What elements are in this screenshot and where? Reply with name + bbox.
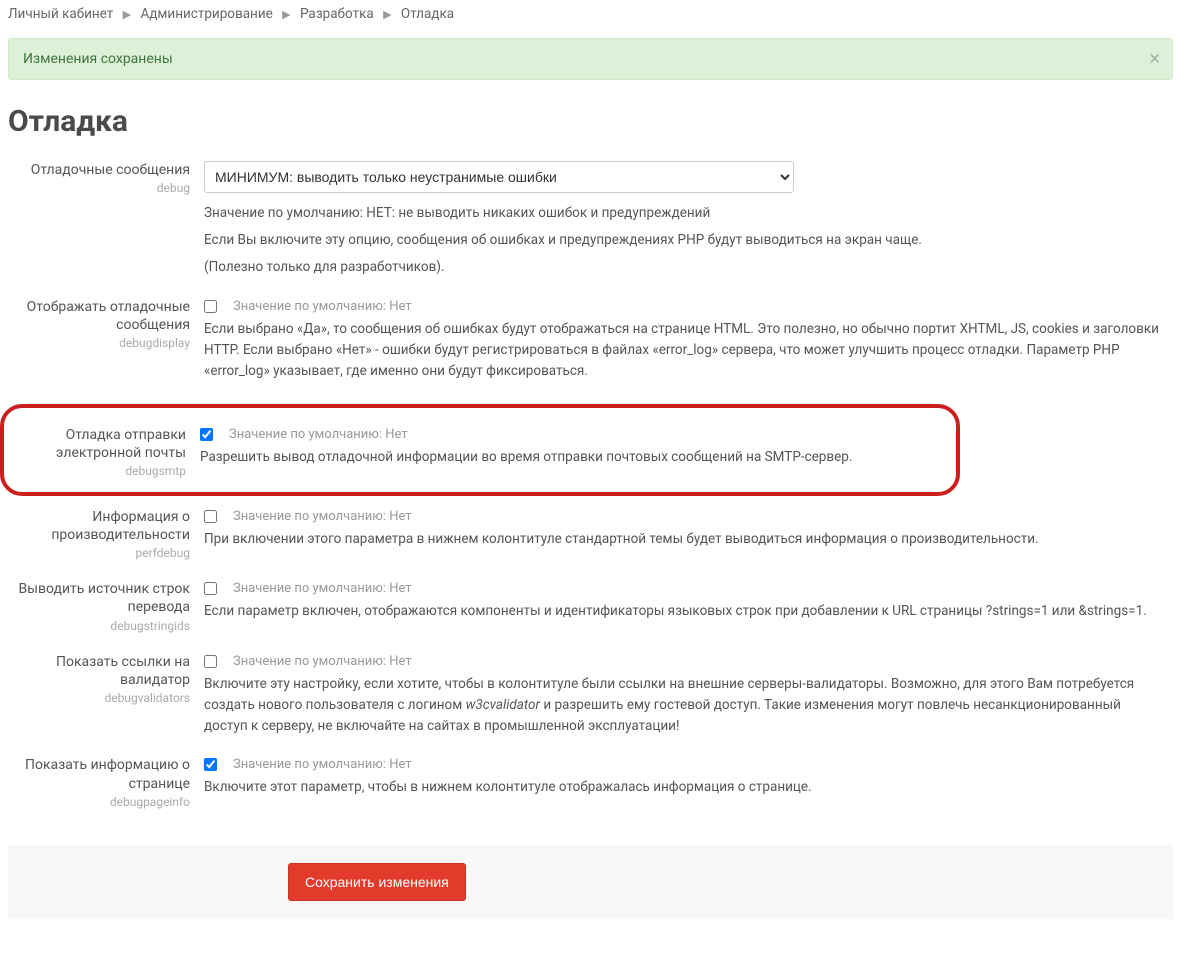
close-icon[interactable]: × <box>1149 48 1160 68</box>
chevron-right-icon: ▶ <box>282 8 290 21</box>
chevron-right-icon: ▶ <box>383 8 391 21</box>
setting-debugstringids: Выводить источник строк перевода debugst… <box>8 576 1173 648</box>
setting-label: Показать информацию о странице <box>8 756 190 792</box>
form-footer: Сохранить изменения <box>8 845 1173 919</box>
setting-debugpageinfo: Показать информацию о странице debugpage… <box>8 752 1173 824</box>
setting-key: perfdebug <box>8 546 190 560</box>
setting-key: debugvalidators <box>8 691 190 705</box>
success-alert: Изменения сохранены × <box>8 38 1173 80</box>
breadcrumb-item[interactable]: Разработка <box>300 6 374 22</box>
setting-description: Если выбрано «Да», то сообщения об ошибк… <box>204 319 1164 382</box>
setting-key: debugpageinfo <box>8 795 190 809</box>
setting-description: При включении этого параметра в нижнем к… <box>204 529 1164 550</box>
setting-label: Показать ссылки на валидатор <box>8 653 190 689</box>
breadcrumb-item[interactable]: Личный кабинет <box>8 6 113 22</box>
setting-description: Если Вы включите эту опцию, сообщения об… <box>204 230 1164 251</box>
setting-key: debugdisplay <box>8 336 190 350</box>
setting-default-hint: Значение по умолчанию: Нет <box>233 758 412 771</box>
setting-perfdebug: Информация о производительности perfdebu… <box>8 504 1173 576</box>
breadcrumb: Личный кабинет ▶ Администрирование ▶ Раз… <box>8 0 1173 28</box>
setting-label: Выводить источник строк перевода <box>8 580 190 616</box>
debugdisplay-checkbox[interactable] <box>204 300 217 313</box>
debugpageinfo-checkbox[interactable] <box>204 758 217 771</box>
setting-key: debugsmtp <box>4 464 186 478</box>
setting-default-hint: Значение по умолчанию: НЕТ: не выводить … <box>204 203 1164 224</box>
page-title: Отладка <box>8 104 1173 139</box>
setting-default-hint: Значение по умолчанию: Нет <box>229 428 408 441</box>
highlight-frame: Отладка отправки электронной почты debug… <box>0 404 960 496</box>
setting-description: (Полезно только для разработчиков). <box>204 257 1164 278</box>
setting-debugdisplay: Отображать отладочные сообщения debugdis… <box>8 294 1173 398</box>
setting-key: debugstringids <box>8 619 190 633</box>
setting-label: Отладка отправки электронной почты <box>4 426 186 462</box>
setting-debugsmtp: Отладка отправки электронной почты debug… <box>4 422 944 478</box>
setting-description: Разрешить вывод отладочной информации во… <box>200 447 944 468</box>
setting-default-hint: Значение по умолчанию: Нет <box>233 655 412 668</box>
setting-description: Включите эту настройку, если хотите, что… <box>204 674 1164 737</box>
setting-debugvalidators: Показать ссылки на валидатор debugvalida… <box>8 649 1173 753</box>
debugvalidators-checkbox[interactable] <box>204 655 217 668</box>
alert-text: Изменения сохранены <box>23 51 173 67</box>
breadcrumb-item[interactable]: Администрирование <box>140 6 272 22</box>
perfdebug-checkbox[interactable] <box>204 510 217 523</box>
save-button[interactable]: Сохранить изменения <box>288 863 466 901</box>
breadcrumb-current: Отладка <box>401 6 454 22</box>
chevron-right-icon: ▶ <box>123 8 131 21</box>
debug-select[interactable]: МИНИМУМ: выводить только неустранимые ош… <box>204 161 794 193</box>
setting-label: Отладочные сообщения <box>8 161 190 179</box>
debugsmtp-checkbox[interactable] <box>200 428 213 441</box>
setting-debug: Отладочные сообщения debug МИНИМУМ: выво… <box>8 157 1173 294</box>
setting-description: Включите этот параметр, чтобы в нижнем к… <box>204 777 1164 798</box>
setting-default-hint: Значение по умолчанию: Нет <box>233 582 412 595</box>
setting-label: Информация о производительности <box>8 508 190 544</box>
setting-label: Отображать отладочные сообщения <box>8 298 190 334</box>
setting-default-hint: Значение по умолчанию: Нет <box>233 510 412 523</box>
setting-key: debug <box>8 181 190 195</box>
setting-default-hint: Значение по умолчанию: Нет <box>233 300 412 313</box>
debugstringids-checkbox[interactable] <box>204 582 217 595</box>
setting-description: Если параметр включен, отображаются комп… <box>204 601 1164 622</box>
